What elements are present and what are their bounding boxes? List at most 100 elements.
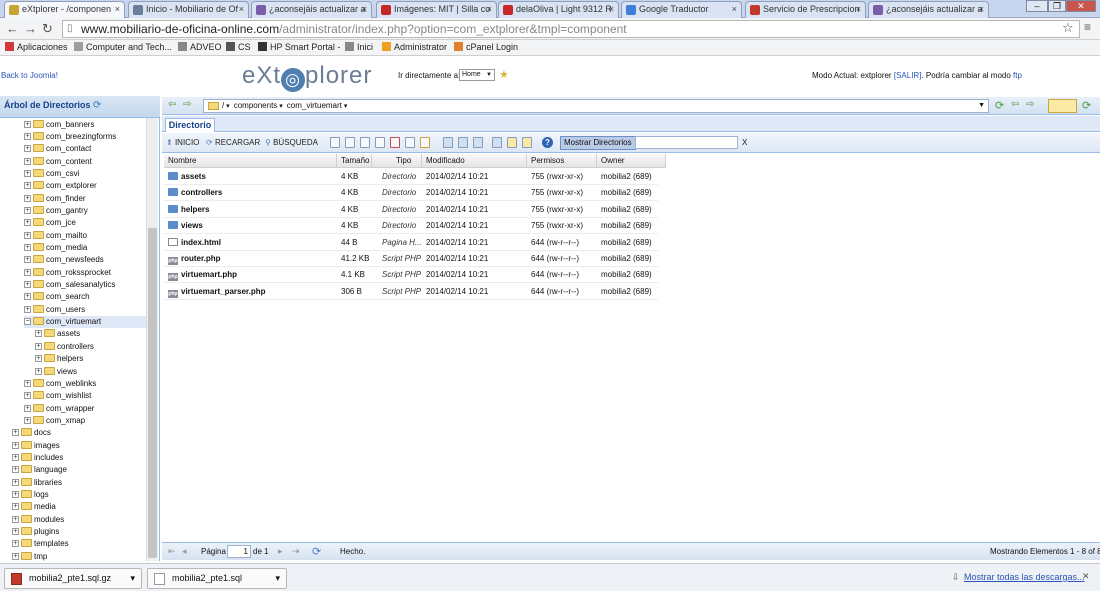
- bookmark-item[interactable]: Computer and Tech...: [74, 42, 172, 52]
- close-tab-icon[interactable]: ×: [979, 2, 984, 17]
- refresh-icon[interactable]: ⟳: [312, 545, 321, 558]
- chevron-down-icon[interactable]: ▾: [224, 103, 230, 110]
- expand-icon[interactable]: +: [24, 305, 31, 313]
- browser-tab[interactable]: Google Traductor ×: [621, 1, 742, 18]
- chevron-down-icon[interactable]: ▾: [275, 569, 280, 588]
- expand-icon[interactable]: +: [24, 182, 31, 190]
- chevron-down-icon[interactable]: ▼: [978, 100, 985, 112]
- expand-icon[interactable]: +: [24, 219, 31, 227]
- close-tab-icon[interactable]: ×: [239, 2, 244, 17]
- inicio-button[interactable]: ⬆ INICIO: [166, 138, 199, 147]
- expand-icon[interactable]: +: [24, 281, 31, 289]
- tree-node[interactable]: + language: [12, 464, 146, 476]
- browser-tab[interactable]: Inicio - Mobiliario de Of ×: [128, 1, 249, 18]
- expand-icon[interactable]: +: [12, 552, 19, 560]
- sync-icon[interactable]: ⟳: [1082, 99, 1091, 112]
- expand-icon[interactable]: +: [12, 491, 19, 498]
- download-item[interactable]: mobilia2_pte1.sql.gz ▾: [4, 568, 142, 589]
- tree-node[interactable]: + modules: [12, 514, 146, 526]
- extract-icon[interactable]: [507, 137, 517, 148]
- favorite-star-icon[interactable]: ★: [499, 68, 509, 81]
- new-folder-icon[interactable]: [1048, 99, 1077, 113]
- browser-tab[interactable]: eXtplorer - /componen ×: [4, 1, 125, 18]
- chevron-down-icon[interactable]: ▾: [277, 103, 283, 110]
- tree-node[interactable]: + views: [35, 366, 146, 378]
- tree-node[interactable]: + com_gantry: [24, 205, 146, 217]
- expand-icon[interactable]: +: [24, 157, 31, 165]
- tab-directorio[interactable]: Directorio: [165, 118, 215, 132]
- archive-icon[interactable]: [492, 137, 502, 148]
- mostrar-directorios-toggle[interactable]: Mostrar Directorios: [560, 136, 636, 150]
- expand-icon[interactable]: +: [24, 404, 31, 412]
- bookmark-item[interactable]: HP Smart Portal -: [258, 42, 340, 52]
- back-arrow-icon[interactable]: ←: [6, 21, 19, 36]
- browser-tab[interactable]: Imágenes: MIT | Silla co ×: [376, 1, 497, 18]
- expand-icon[interactable]: +: [12, 466, 19, 474]
- tree-node[interactable]: + com_contact: [24, 143, 146, 155]
- tree-node[interactable]: + com_wrapper: [24, 403, 146, 415]
- show-all-downloads-link[interactable]: Mostrar todas las descargas...: [964, 572, 1085, 582]
- expand-icon[interactable]: +: [12, 528, 19, 536]
- expand-icon[interactable]: +: [24, 268, 31, 276]
- expand-icon[interactable]: +: [35, 330, 42, 338]
- upload-icon[interactable]: [473, 137, 483, 148]
- chmod-icon[interactable]: [420, 137, 430, 148]
- tree-node[interactable]: + com_search: [24, 291, 146, 303]
- recargar-button[interactable]: ⟳ RECARGAR: [206, 138, 260, 147]
- copy-icon[interactable]: [360, 137, 370, 148]
- table-row[interactable]: php router.php 41.2 KB Script PHP 2014/02/14…: [164, 251, 658, 267]
- browser-tab[interactable]: ¿aconsejáis actualizar a ×: [251, 1, 372, 18]
- breadcrumb-item[interactable]: components ▾: [234, 101, 283, 110]
- expand-icon[interactable]: +: [24, 231, 31, 239]
- table-row[interactable]: php virtuemart.php 4.1 KB Script PHP 2014/02…: [164, 267, 658, 284]
- expand-icon[interactable]: +: [24, 120, 31, 128]
- tree-node[interactable]: + images: [12, 440, 146, 452]
- salir-link[interactable]: [SALIR]: [894, 71, 922, 80]
- expand-icon[interactable]: +: [12, 503, 19, 511]
- column-header-modificado[interactable]: Modificado: [422, 154, 527, 168]
- table-row[interactable]: assets 4 KB Directorio 2014/02/14 10:21 755 …: [164, 169, 658, 185]
- close-tab-icon[interactable]: ×: [609, 2, 614, 17]
- tree-node[interactable]: + com_breezingforms: [24, 131, 146, 143]
- expand-icon[interactable]: +: [24, 206, 31, 214]
- bookmark-item[interactable]: CS: [226, 42, 251, 52]
- tree-scrollbar[interactable]: [146, 118, 158, 561]
- tree-node[interactable]: + com_jce: [24, 217, 146, 229]
- new-file-icon[interactable]: [330, 137, 340, 148]
- forward-arrow-icon[interactable]: →: [24, 21, 37, 36]
- close-tab-icon[interactable]: ×: [487, 2, 492, 17]
- prev-page-icon[interactable]: ◂: [182, 546, 187, 557]
- table-row[interactable]: php virtuemart_parser.php 306 B Script PHP 2…: [164, 284, 658, 300]
- close-tab-icon[interactable]: ×: [115, 2, 120, 17]
- back-to-joomla-link[interactable]: Back to Joomla!: [1, 71, 58, 80]
- breadcrumb-item[interactable]: com_virtuemart ▾: [287, 101, 348, 110]
- tree-node[interactable]: + plugins: [12, 526, 146, 538]
- bookmark-item[interactable]: Aplicaciones: [5, 42, 68, 52]
- tree-node[interactable]: + com_media: [24, 242, 146, 254]
- expand-icon[interactable]: +: [24, 416, 31, 424]
- tree-node[interactable]: + com_finder: [24, 193, 146, 205]
- table-row[interactable]: views 4 KB Directorio 2014/02/14 10:21 755 (…: [164, 218, 658, 235]
- tree-node[interactable]: + libraries: [12, 477, 146, 489]
- symlink-icon[interactable]: [522, 137, 532, 148]
- expand-icon[interactable]: +: [12, 540, 19, 548]
- column-header-permisos[interactable]: Permisos: [527, 154, 597, 168]
- busqueda-button[interactable]: ⚲ BÚSQUEDA: [265, 138, 318, 147]
- filter-input[interactable]: [635, 136, 738, 149]
- tree-node[interactable]: + com_mailto: [24, 230, 146, 242]
- expand-icon[interactable]: +: [24, 132, 31, 140]
- expand-icon[interactable]: +: [24, 145, 31, 153]
- expand-icon[interactable]: +: [35, 367, 42, 375]
- expand-icon[interactable]: +: [35, 342, 42, 350]
- browser-tab[interactable]: delaOliva | Light 9312 R ×: [498, 1, 619, 18]
- bookmark-item[interactable]: Inici: [345, 42, 373, 52]
- star-icon[interactable]: ☆: [1062, 20, 1074, 36]
- tree-node[interactable]: + media: [12, 501, 146, 513]
- address-bar[interactable]: ▯ www.mobiliario-de-oficina-online.com/a…: [62, 20, 1080, 38]
- expand-icon[interactable]: +: [12, 478, 19, 486]
- tree-node[interactable]: + com_extplorer: [24, 180, 146, 192]
- tree-scrollbar-thumb[interactable]: [148, 228, 157, 558]
- goto-select[interactable]: Home ▼: [459, 69, 495, 81]
- table-row[interactable]: index.html 44 B Pagina H... 2014/02/14 10:2…: [164, 235, 658, 251]
- minimize-button[interactable]: –: [1026, 0, 1048, 12]
